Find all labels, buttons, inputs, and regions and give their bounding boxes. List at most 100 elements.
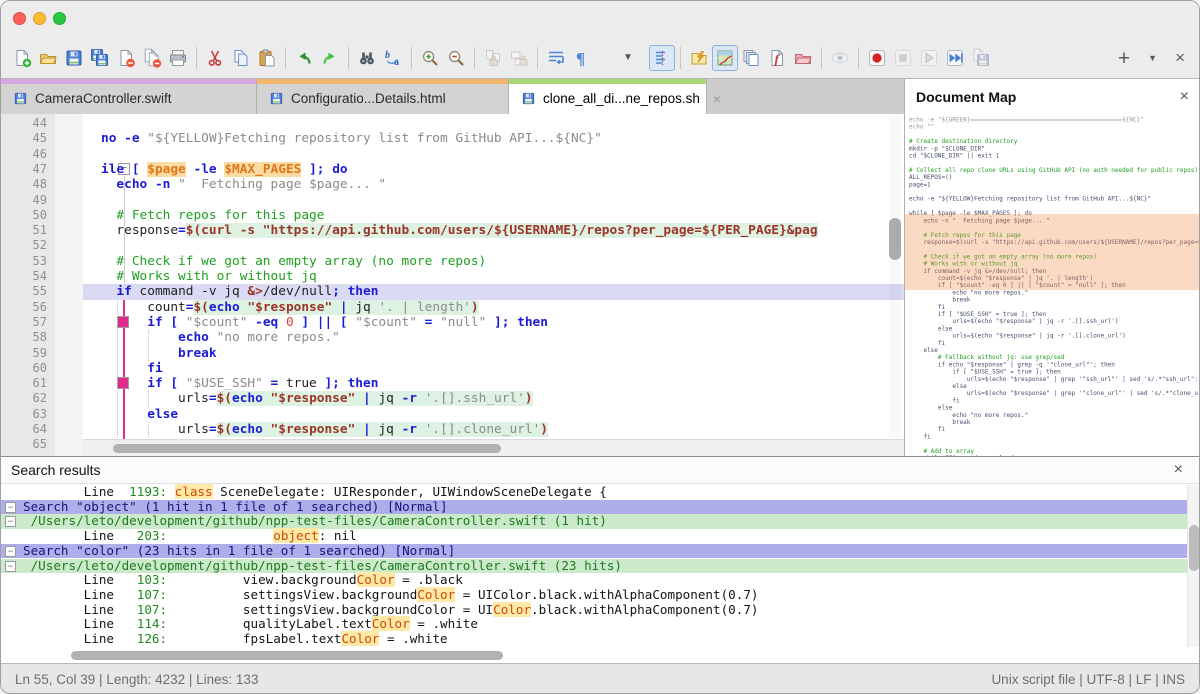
line-number: 49 [33, 193, 47, 208]
line-number: 50 [33, 208, 47, 223]
folder-as-workspace-button[interactable] [790, 45, 816, 71]
docmap-line: mkdir -p "$CLONE_DIR" [909, 145, 1200, 152]
cut-button[interactable] [202, 45, 228, 71]
code-line-46[interactable] [83, 147, 904, 162]
zoom-in-button[interactable] [417, 45, 443, 71]
editor-vscroll-thumb[interactable] [889, 218, 901, 260]
document-map-panel[interactable]: echo -e "${GREEN}=======================… [905, 114, 1200, 456]
paste-button[interactable] [254, 45, 280, 71]
code-line-47[interactable]: ile [ $page -le $MAX_PAGES ]; do [83, 162, 904, 177]
code-line-62[interactable]: urls=$(echo "$response" | jq -r '.[].ssh… [83, 391, 904, 406]
editor-hscroll-thumb[interactable] [113, 444, 501, 453]
document-map-title: Document Map [916, 89, 1016, 105]
code-line-50[interactable]: # Fetch repos for this page [83, 208, 904, 223]
docmap-line: fi [909, 426, 1200, 433]
search-hscroll-thumb[interactable] [71, 651, 503, 660]
zoom-out-button[interactable] [443, 45, 469, 71]
docmap-line: break [909, 296, 1200, 303]
code-line-64[interactable]: urls=$(echo "$response" | jq -r '.[].clo… [83, 422, 904, 437]
code-line-53[interactable]: # Check if we got an empty array (no mor… [83, 254, 904, 269]
code-line-57[interactable]: if [ "$count" -eq 0 ] || [ "$count" = "n… [83, 315, 904, 330]
close-all-button[interactable] [139, 45, 165, 71]
document-map-viewport[interactable] [905, 214, 1200, 290]
tab-cameracontroller-swift[interactable]: CameraController.swift [1, 79, 257, 114]
search-hit-row[interactable]: Line 103: view.backgroundColor = .black [1, 573, 1187, 588]
code-line-45[interactable]: no -e "${YELLOW}Fetching repository list… [83, 131, 904, 146]
show-all-characters-button[interactable]: ¶ [569, 45, 595, 71]
search-hit-row[interactable]: Line 107: settingsView.backgroundColor =… [1, 603, 1187, 618]
code-line-51[interactable]: response=$(curl -s "https://api.github.c… [83, 223, 904, 238]
close-traffic-light[interactable] [13, 12, 26, 25]
code-line-48[interactable]: echo -n " Fetching page $page... " [83, 177, 904, 192]
close-tab-button[interactable]: × [1175, 48, 1185, 68]
docmap-line [909, 159, 1200, 166]
search-results-title: Search results [11, 462, 100, 478]
search-collapse-box[interactable]: − [5, 561, 16, 572]
code-editor[interactable]: 4445464748495051525354555657585960616263… [1, 114, 904, 456]
code-line-59[interactable]: break [83, 346, 904, 361]
code-line-63[interactable]: else [83, 407, 904, 422]
code-line-61[interactable]: if [ "$USE_SSH" = true ]; then [83, 376, 904, 391]
code-text-area[interactable]: no -e "${YELLOW}Fetching repository list… [83, 116, 904, 456]
document-switcher-button[interactable] [738, 45, 764, 71]
replace-button[interactable]: ba [380, 45, 406, 71]
search-vscroll-thumb[interactable] [1189, 525, 1199, 571]
search-collapse-box[interactable]: − [5, 546, 16, 557]
new-file-button[interactable] [9, 45, 35, 71]
minimize-traffic-light[interactable] [33, 12, 46, 25]
redo-button[interactable] [317, 45, 343, 71]
close-file-button[interactable] [113, 45, 139, 71]
document-map-button[interactable] [712, 45, 738, 71]
search-hit-row[interactable]: Line 203: object: nil [1, 529, 1187, 544]
tab-configuratio-details-html[interactable]: Configuratio...Details.html [257, 79, 509, 114]
macro-run-multiple-button[interactable] [942, 45, 968, 71]
line-number: 48 [33, 177, 47, 192]
search-file-header[interactable]: /Users/leto/development/github/npp-test-… [1, 559, 1187, 574]
toolbar-overflow-button[interactable]: ▼ [619, 52, 637, 63]
word-wrap-button[interactable] [543, 45, 569, 71]
search-hit-row[interactable]: Line 1193: class SceneDelegate: UIRespon… [1, 485, 1187, 500]
search-query-header[interactable]: Search "color" (23 hits in 1 file of 1 s… [1, 544, 1187, 559]
indent-guide-line [148, 330, 149, 361]
search-hit-row[interactable]: Line 107: settingsView.backgroundColor =… [1, 588, 1187, 603]
editor-docmap-splitter[interactable] [904, 79, 905, 456]
editor-vertical-scrollbar[interactable] [889, 114, 901, 438]
new-tab-button[interactable]: + [1118, 48, 1130, 69]
search-query-header[interactable]: Search "object" (1 hit in 1 file of 1 se… [1, 500, 1187, 515]
search-results-close-icon[interactable]: × [1174, 461, 1191, 479]
code-line-58[interactable]: echo "no more repos." [83, 330, 904, 345]
document-map-close-icon[interactable]: × [1180, 88, 1189, 106]
code-line-60[interactable]: fi [83, 361, 904, 376]
save-all-button[interactable] [87, 45, 113, 71]
show-indent-guide-button[interactable] [649, 45, 675, 71]
search-file-header[interactable]: /Users/leto/development/github/npp-test-… [1, 514, 1187, 529]
code-line-55[interactable]: if command -v jq &>/dev/null; then [83, 284, 904, 299]
macro-record-button[interactable] [864, 45, 890, 71]
code-line-52[interactable] [83, 238, 904, 253]
copy-button[interactable] [228, 45, 254, 71]
search-collapse-box[interactable]: − [5, 502, 16, 513]
indent-guide-line [148, 391, 149, 406]
find-button[interactable] [354, 45, 380, 71]
editor-horizontal-scrollbar[interactable] [83, 439, 904, 456]
search-hit-row[interactable]: Line 126: fpsLabel.textColor = .white [1, 632, 1187, 647]
search-hit-row[interactable]: Line 114: qualityLabel.textColor = .whit… [1, 617, 1187, 632]
zoom-traffic-light[interactable] [53, 12, 66, 25]
function-list-button[interactable]: f [764, 45, 790, 71]
code-line-49[interactable] [83, 193, 904, 208]
search-collapse-box[interactable]: − [5, 516, 16, 527]
document-list-button[interactable] [686, 45, 712, 71]
docmap-line: if echo "$response" | grep -q '"clone_ur… [909, 361, 1200, 368]
line-number: 64 [33, 422, 47, 437]
tab-clone-all-di-ne-repos-sh[interactable]: clone_all_di...ne_repos.sh× [509, 79, 707, 114]
tab-close-icon[interactable]: × [707, 91, 721, 107]
tab-list-dropdown[interactable]: ▼ [1148, 53, 1157, 63]
code-line-54[interactable]: # Works with or without jq [83, 269, 904, 284]
undo-button[interactable] [291, 45, 317, 71]
open-file-button[interactable] [35, 45, 61, 71]
code-line-44[interactable] [83, 116, 904, 131]
toolbar-separator [348, 47, 349, 69]
print-button[interactable] [165, 45, 191, 71]
code-line-56[interactable]: count=$(echo "$response" | jq '. | lengt… [83, 300, 904, 315]
save-file-button[interactable] [61, 45, 87, 71]
